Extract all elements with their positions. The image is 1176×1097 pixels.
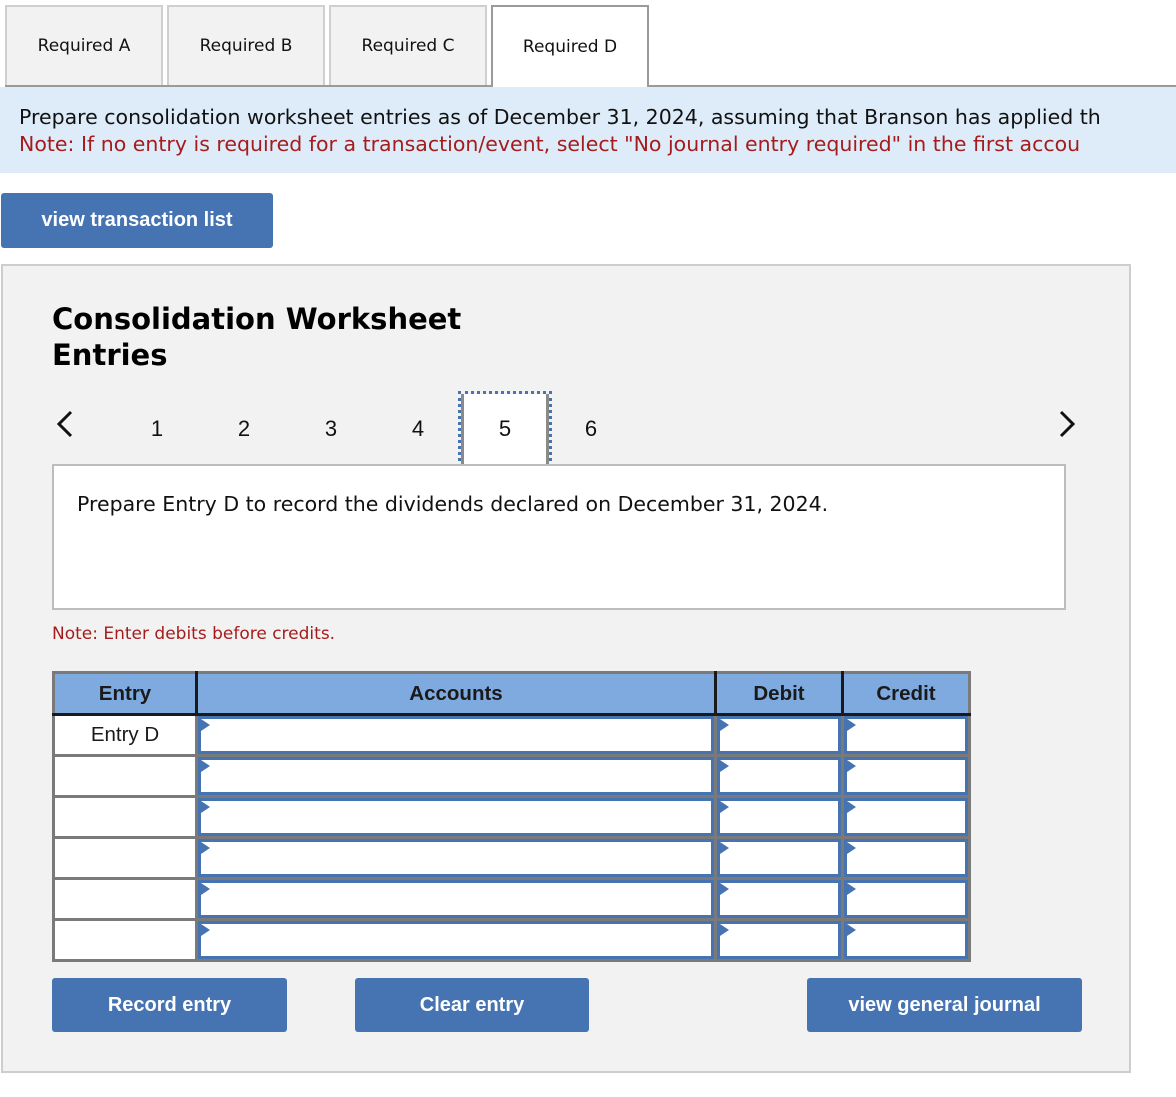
chevron-left-icon — [56, 410, 73, 438]
tab-bar: Required A Required B Required C Require… — [5, 5, 653, 87]
credit-cell — [843, 920, 970, 961]
debit-cell — [715, 919, 844, 961]
debit-cell — [715, 755, 844, 798]
pager-page-4[interactable]: 4 — [374, 394, 462, 464]
credit-cell — [842, 837, 970, 880]
debit-cell — [715, 714, 844, 757]
account-select[interactable] — [198, 880, 714, 918]
debit-input[interactable] — [717, 921, 841, 959]
entry-label-cell — [53, 796, 198, 839]
debit-input[interactable] — [717, 716, 841, 754]
account-select[interactable] — [198, 839, 714, 877]
record-entry-button[interactable]: Record entry — [52, 978, 287, 1032]
debit-cell — [715, 837, 844, 880]
table-row — [53, 796, 970, 839]
account-cell — [196, 714, 717, 757]
entry-label-cell: Entry D — [53, 714, 198, 757]
chevron-right-icon — [1059, 410, 1076, 438]
journal-entry-table: Entry Accounts Debit Credit Entry D — [52, 671, 971, 962]
instruction-note: Note: If no entry is required for a tran… — [19, 132, 1081, 156]
pager-page-5[interactable]: 5 — [458, 391, 552, 467]
pager-page-1[interactable]: 1 — [113, 394, 201, 464]
entry-label-cell — [53, 878, 198, 921]
credit-input[interactable] — [844, 880, 968, 918]
header-entry: Entry — [53, 672, 198, 716]
question-box: Prepare Entry D to record the dividends … — [52, 464, 1066, 610]
pager-next-button[interactable] — [1051, 404, 1081, 444]
instruction-text: Prepare consolidation worksheet entries … — [19, 105, 1101, 129]
credit-input[interactable] — [844, 839, 968, 877]
debit-input[interactable] — [717, 839, 841, 877]
pager-prev-button[interactable] — [51, 404, 81, 444]
debit-cell — [715, 878, 844, 921]
clear-entry-button[interactable]: Clear entry — [355, 978, 589, 1032]
pager-page-3[interactable]: 3 — [287, 394, 375, 464]
instruction-banner: Prepare consolidation worksheet entries … — [0, 87, 1176, 173]
account-cell — [196, 796, 717, 839]
table-header-row: Entry Accounts Debit Credit — [53, 672, 970, 716]
entry-label-cell — [53, 755, 198, 798]
credit-cell — [842, 796, 970, 839]
view-transaction-list-button[interactable]: view transaction list — [1, 193, 273, 248]
question-text: Prepare Entry D to record the dividends … — [77, 492, 829, 516]
header-debit: Debit — [715, 672, 844, 716]
credit-cell — [842, 755, 970, 798]
debit-credit-note: Note: Enter debits before credits. — [52, 624, 336, 644]
tab-required-a[interactable]: Required A — [5, 5, 163, 85]
account-cell — [196, 878, 717, 921]
account-cell — [196, 755, 717, 798]
account-select[interactable] — [198, 921, 714, 959]
credit-input[interactable] — [844, 798, 968, 836]
credit-input[interactable] — [844, 716, 968, 754]
tab-required-d[interactable]: Required D — [491, 5, 649, 87]
header-credit: Credit — [842, 672, 970, 716]
panel-title: Consolidation Worksheet Entries — [52, 302, 462, 372]
account-cell — [196, 837, 717, 880]
table-row: Entry D — [53, 714, 970, 757]
account-select[interactable] — [198, 716, 714, 754]
entry-label-cell — [53, 837, 198, 880]
view-general-journal-button[interactable]: view general journal — [807, 978, 1082, 1032]
tab-required-c[interactable]: Required C — [329, 5, 487, 85]
table-row — [53, 878, 970, 921]
credit-input[interactable] — [844, 921, 968, 959]
tab-required-b[interactable]: Required B — [167, 5, 325, 85]
pager-page-2[interactable]: 2 — [200, 394, 288, 464]
credit-cell — [842, 878, 970, 921]
debit-input[interactable] — [717, 757, 841, 795]
debit-cell — [715, 796, 844, 839]
table-row — [53, 919, 970, 961]
header-accounts: Accounts — [196, 672, 717, 716]
pager-page-6[interactable]: 6 — [547, 394, 635, 464]
debit-input[interactable] — [717, 798, 841, 836]
debit-input[interactable] — [717, 880, 841, 918]
account-cell — [196, 919, 717, 961]
account-select[interactable] — [198, 798, 714, 836]
credit-cell — [842, 714, 970, 757]
credit-input[interactable] — [844, 757, 968, 795]
table-row — [53, 755, 970, 798]
worksheet-panel: Consolidation Worksheet Entries 1 2 3 4 … — [1, 264, 1131, 1073]
entry-label-cell — [53, 919, 198, 961]
table-row — [53, 837, 970, 880]
account-select[interactable] — [198, 757, 714, 795]
